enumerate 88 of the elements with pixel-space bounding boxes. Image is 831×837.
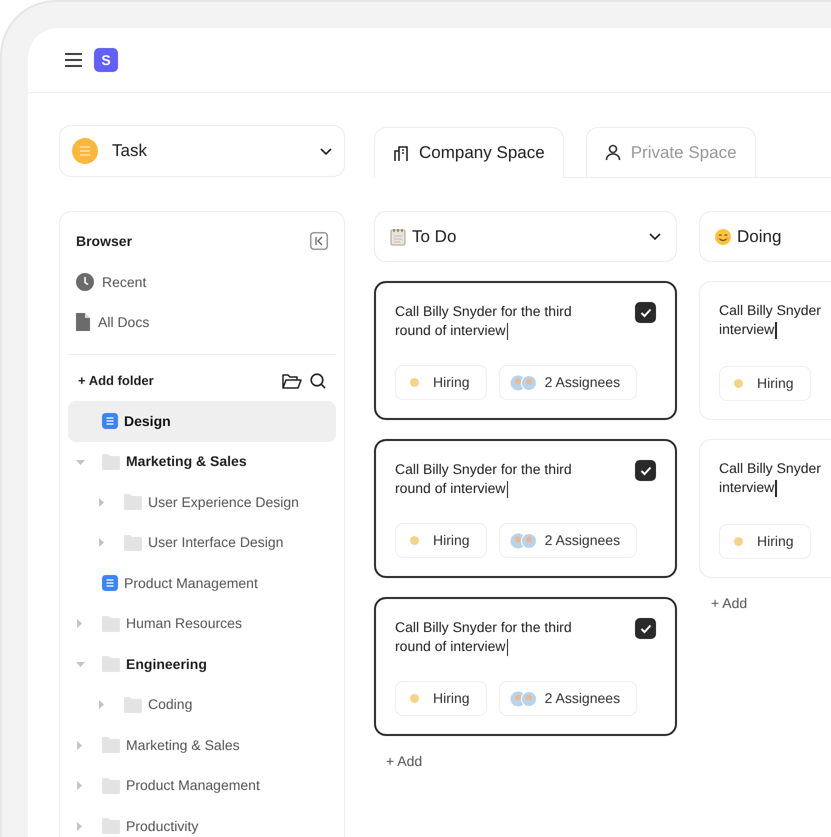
- tree-item[interactable]: Engineering: [68, 644, 336, 684]
- folder-icon: [102, 616, 120, 632]
- buildings-icon: [393, 144, 409, 162]
- checkbox[interactable]: [635, 618, 656, 639]
- folder-icon: [102, 818, 120, 834]
- tree-item[interactable]: Human Resources: [68, 604, 336, 644]
- tree-item[interactable]: Product Management: [68, 563, 336, 604]
- avatar-group-icon: [510, 374, 537, 390]
- tree-item[interactable]: User Experience Design: [68, 482, 336, 522]
- add-card-button[interactable]: + Add: [374, 751, 677, 772]
- menu-icon[interactable]: [65, 53, 82, 67]
- chevron-down-icon: [649, 233, 661, 240]
- task-card[interactable]: Call Billy Snyder interview Hiring: [699, 439, 831, 578]
- tree-item[interactable]: Marketing & Sales: [68, 442, 336, 482]
- task-title: Call Billy Snyder for the third round of interview: [395, 460, 572, 498]
- workspace-dropdown[interactable]: Task: [59, 125, 345, 177]
- tag-chip[interactable]: Hiring: [395, 681, 487, 716]
- search-icon[interactable]: [310, 373, 326, 389]
- folder-icon: [124, 534, 142, 551]
- tree-item[interactable]: Coding: [68, 684, 336, 725]
- document-icon: [102, 575, 118, 592]
- task-card[interactable]: Call Billy Snyder for the third round of interview Hiring 2 Assignees: [374, 439, 677, 578]
- tree-item[interactable]: User Interface Design: [68, 522, 336, 563]
- tag-chip[interactable]: Hiring: [395, 365, 487, 400]
- caret-down-icon: [76, 660, 85, 668]
- person-icon: [604, 144, 621, 161]
- caret-down-icon: [76, 458, 85, 466]
- caret-right-icon: [76, 619, 83, 628]
- checkbox[interactable]: [635, 460, 656, 481]
- text-cursor: [775, 322, 777, 339]
- task-title: Call Billy Snyder for the third round of interview: [395, 302, 572, 340]
- folder-icon: [102, 454, 120, 470]
- tag-chip[interactable]: Hiring: [719, 524, 811, 559]
- clock-icon: [76, 273, 94, 291]
- assignees-chip[interactable]: 2 Assignees: [498, 365, 638, 400]
- tree-item[interactable]: Productivity: [68, 806, 336, 837]
- caret-right-icon: [98, 498, 105, 507]
- smiling-face-icon: [715, 228, 731, 244]
- sidebar-title: Browser: [76, 232, 132, 250]
- add-folder-button[interactable]: + Add folder: [78, 371, 154, 391]
- column-header[interactable]: Doing: [699, 211, 831, 262]
- folder-icon: [102, 737, 120, 754]
- tree-item[interactable]: Product Management: [68, 766, 336, 806]
- assignees-chip[interactable]: 2 Assignees: [498, 523, 638, 558]
- text-cursor: [506, 322, 508, 340]
- app-logo: S: [94, 48, 118, 72]
- tag-chip[interactable]: Hiring: [395, 523, 487, 558]
- tree-item[interactable]: Design: [68, 401, 336, 442]
- collapse-sidebar-icon: [310, 232, 328, 250]
- task-title: Call Billy Snyder for the third round of interview: [395, 618, 572, 656]
- add-card-button[interactable]: + Add: [699, 593, 831, 614]
- checkmark-icon: [640, 624, 652, 634]
- tree-item[interactable]: Marketing & Sales: [68, 725, 336, 766]
- text-cursor: [506, 480, 508, 498]
- column-header[interactable]: To Do: [374, 211, 677, 262]
- avatar-group-icon: [510, 690, 537, 706]
- document-icon: [102, 413, 118, 430]
- assignees-chip[interactable]: 2 Assignees: [498, 681, 638, 716]
- avatar-group-icon: [510, 532, 537, 548]
- caret-right-icon: [98, 538, 105, 548]
- text-cursor: [775, 480, 777, 497]
- task-title: Call Billy Snyder interview: [719, 459, 821, 497]
- folder-icon[interactable]: [282, 373, 302, 389]
- caret-right-icon: [76, 740, 83, 750]
- text-cursor: [506, 638, 508, 656]
- sidebar-link[interactable]: Recent: [68, 262, 336, 302]
- notepad-icon: [390, 228, 406, 246]
- workspace-name: Task: [112, 140, 148, 162]
- caret-right-icon: [76, 822, 83, 831]
- task-card[interactable]: Call Billy Snyder for the third round of interview Hiring 2 Assignees: [374, 597, 677, 736]
- folder-icon: [124, 494, 142, 510]
- caret-right-icon: [76, 781, 83, 790]
- folder-icon: [102, 656, 120, 672]
- space-tab[interactable]: Company Space: [374, 127, 564, 178]
- task-card[interactable]: Call Billy Snyder for the third round of interview Hiring 2 Assignees: [374, 281, 677, 420]
- checkmark-icon: [640, 308, 652, 318]
- folder-icon: [124, 696, 142, 713]
- sidebar-link[interactable]: All Docs: [68, 302, 336, 342]
- list-icon: [72, 138, 98, 164]
- checkmark-icon: [640, 466, 652, 476]
- chevron-down-icon: [320, 148, 332, 154]
- checkbox[interactable]: [635, 302, 656, 323]
- caret-right-icon: [98, 700, 105, 710]
- document-icon: [76, 313, 90, 331]
- folder-icon: [102, 778, 120, 794]
- task-card[interactable]: Call Billy Snyder interview Hiring: [699, 281, 831, 420]
- tag-chip[interactable]: Hiring: [719, 366, 811, 401]
- task-title: Call Billy Snyder interview: [719, 301, 821, 339]
